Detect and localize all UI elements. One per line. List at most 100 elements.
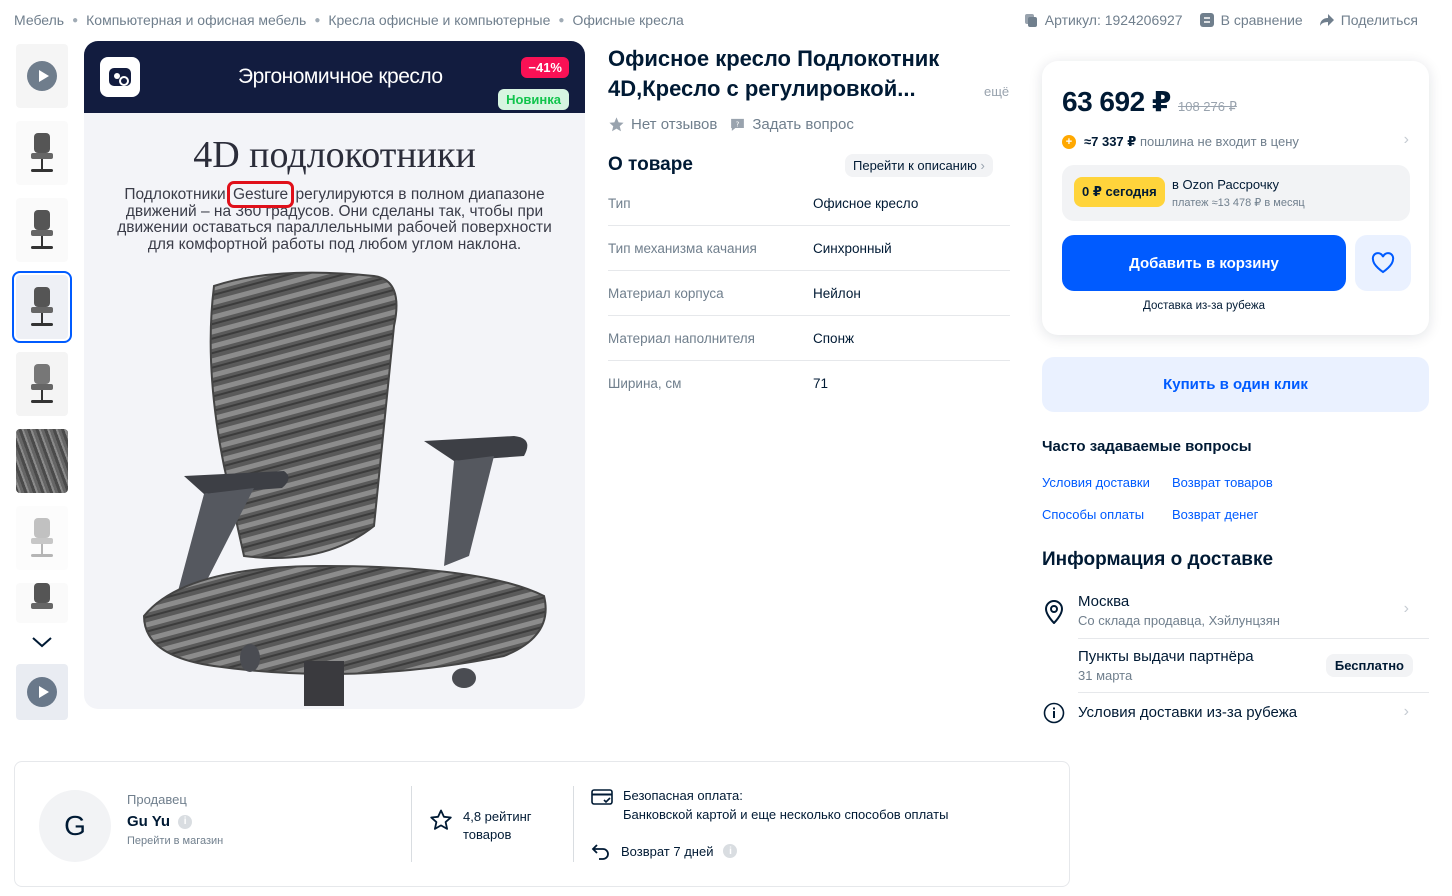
image-heading: 4D подлокотники	[193, 134, 476, 176]
reviews-row: Нет отзывов ? Задать вопрос	[608, 116, 854, 133]
breadcrumb: Мебель ● Компьютерная и офисная мебель ●…	[14, 12, 684, 28]
no-reviews-link[interactable]: Нет отзывов	[608, 116, 717, 133]
specs-table: Тип Офисное кресло Тип механизма качания С…	[608, 181, 1010, 406]
breadcrumb-item-computer-office[interactable]: Компьютерная и офисная мебель	[86, 12, 306, 28]
svg-text:?: ?	[736, 120, 740, 129]
go-to-store-link[interactable]: Перейти в магазин	[127, 835, 223, 847]
ask-question-link[interactable]: ? Задать вопрос	[729, 116, 854, 133]
top-actions: Артикул: 1924206927 В сравнение Поделить…	[1023, 12, 1418, 28]
thumbnail-image[interactable]	[16, 198, 68, 262]
compare-icon	[1199, 13, 1214, 27]
chair-thumbnail-icon	[29, 583, 55, 623]
faq-link-refund[interactable]: Возврат денег	[1172, 507, 1258, 522]
seller-rating: 4,8 рейтинг товаров	[429, 808, 532, 844]
installment-subtitle: платеж ≈13 478 ₽ в месяц	[1172, 197, 1305, 209]
product-main-image[interactable]: Эргономичное кресло −41% Новинка 4D подл…	[84, 41, 585, 709]
price-card: 63 692 ₽ 108 276 ₽ + ≈7 337 ₽ пошлина не…	[1042, 61, 1429, 335]
breadcrumb-item-chairs[interactable]: Кресла офисные и компьютерные	[328, 12, 550, 28]
chair-thumbnail-icon	[29, 133, 55, 173]
delivery-heading: Информация о доставке	[1042, 549, 1274, 570]
search-image-icon[interactable]	[100, 57, 140, 97]
go-to-description-button[interactable]: Перейти к описанию ›	[845, 154, 993, 177]
breadcrumb-item-office-chairs[interactable]: Офисные кресла	[572, 12, 683, 28]
product-title: Офисное кресло Подлокотник 4D,Кресло с р…	[608, 46, 940, 101]
share-icon	[1319, 14, 1334, 26]
payment-title: Безопасная оплата:	[623, 788, 743, 803]
divider	[573, 786, 574, 862]
about-heading: О товаре	[608, 154, 693, 175]
breadcrumb-separator: ●	[558, 14, 565, 26]
copy-icon	[1024, 14, 1037, 27]
payment-info: Безопасная оплата: Банковской картой и ещ…	[591, 788, 949, 860]
star-outline-icon	[430, 809, 452, 830]
thumbnail-image[interactable]	[16, 506, 68, 570]
faq-link-returns[interactable]: Возврат товаров	[1172, 475, 1273, 490]
thumbnail-video[interactable]	[16, 44, 68, 108]
thumbnails-scroll-down[interactable]	[14, 632, 70, 656]
shipping-note: Доставка из-за рубежа	[1143, 300, 1265, 312]
chevron-right-icon: ›	[1403, 600, 1409, 617]
thumbnail-video[interactable]	[16, 664, 68, 720]
spec-row: Материал наполнителя Спонж	[608, 316, 1010, 361]
pickup-date: 31 марта	[1078, 668, 1133, 683]
location-pin-icon	[1044, 600, 1064, 624]
card-icon	[591, 789, 613, 805]
heart-icon	[1371, 252, 1395, 274]
delivery-city-sub: Со склада продавца, Хэйлунцзян	[1078, 613, 1280, 628]
play-icon	[27, 61, 57, 91]
chevron-right-icon: ›	[1403, 703, 1409, 720]
seller-name[interactable]: Gu Yu i	[127, 813, 193, 830]
discount-badge: −41%	[521, 57, 569, 78]
buy-one-click-button[interactable]: Купить в один клик	[1042, 357, 1429, 412]
seller-block: G Продавец Gu Yu i Перейти в магазин 4,8 …	[14, 761, 1070, 887]
seller-label: Продавец	[127, 792, 187, 807]
delivery-terms-row[interactable]: Условия доставки из-за рубежа ›	[1042, 701, 1429, 727]
chat-icon: ?	[731, 118, 745, 131]
faq-link-delivery[interactable]: Условия доставки	[1042, 475, 1150, 490]
info-icon[interactable]: i	[723, 844, 738, 858]
play-icon	[27, 677, 57, 707]
delivery-terms: Условия доставки из-за рубежа	[1078, 704, 1298, 721]
return-policy: Возврат 7 дней i	[591, 842, 891, 860]
breadcrumb-separator: ●	[72, 14, 79, 26]
thumbnail-image[interactable]	[16, 583, 68, 623]
info-icon	[1043, 702, 1065, 724]
chair-illustration	[142, 271, 547, 706]
breadcrumb-separator: ●	[314, 14, 321, 26]
pickup-price-badge: Бесплатно	[1325, 654, 1413, 677]
current-price: 63 692 ₽	[1062, 86, 1171, 117]
thumbnail-image[interactable]	[16, 121, 68, 185]
thumbnail-image[interactable]	[16, 429, 68, 493]
compare-button[interactable]: В сравнение	[1199, 12, 1303, 28]
info-icon[interactable]: i	[178, 814, 193, 829]
duty-info[interactable]: + ≈7 337 ₽ пошлина не входит в цену	[1062, 134, 1299, 150]
thumbnail-strip	[12, 44, 72, 733]
payment-text: Банковской картой и еще несколько способ…	[623, 807, 949, 822]
faq-heading: Часто задаваемые вопросы	[1042, 438, 1252, 455]
share-button[interactable]: Поделиться	[1319, 12, 1418, 28]
thumbnail-image-active[interactable]	[12, 271, 72, 343]
breadcrumb-item-furniture[interactable]: Мебель	[14, 12, 64, 28]
thumbnail-image[interactable]	[16, 352, 68, 416]
avatar[interactable]: G	[39, 790, 111, 862]
pickup-title: Пункты выдачи партнёра	[1078, 648, 1254, 665]
chair-thumbnail-icon	[29, 287, 55, 327]
delivery-city: Москва	[1078, 593, 1130, 610]
new-badge: Новинка	[498, 89, 569, 110]
delivery-city-row[interactable]: Москва Со склада продавца, Хэйлунцзян ›	[1042, 592, 1429, 632]
return-arrow-icon	[591, 844, 609, 860]
divider	[411, 786, 412, 862]
delivery-pickup-row[interactable]: Пункты выдачи партнёра 31 марта Бесплатн…	[1042, 647, 1429, 687]
old-price: 108 276 ₽	[1178, 99, 1237, 114]
spec-row: Ширина, см 71	[608, 376, 829, 391]
spec-row: Тип механизма качания Синхронный	[608, 226, 1010, 271]
installment-block[interactable]: 0 ₽ сегодня в Ozon Рассрочку платеж ≈13 …	[1062, 165, 1410, 221]
more-link[interactable]: ещё	[984, 84, 1009, 99]
add-to-cart-button[interactable]: Добавить в корзину	[1062, 235, 1346, 291]
installment-pill: 0 ₽ сегодня	[1074, 177, 1165, 207]
installment-title: в Ozon Рассрочку	[1172, 177, 1279, 192]
faq-link-payment[interactable]: Способы оплаты	[1042, 507, 1144, 522]
article-number[interactable]: Артикул: 1924206927	[1023, 12, 1183, 28]
divider	[1078, 692, 1429, 693]
favorite-button[interactable]	[1355, 235, 1411, 291]
